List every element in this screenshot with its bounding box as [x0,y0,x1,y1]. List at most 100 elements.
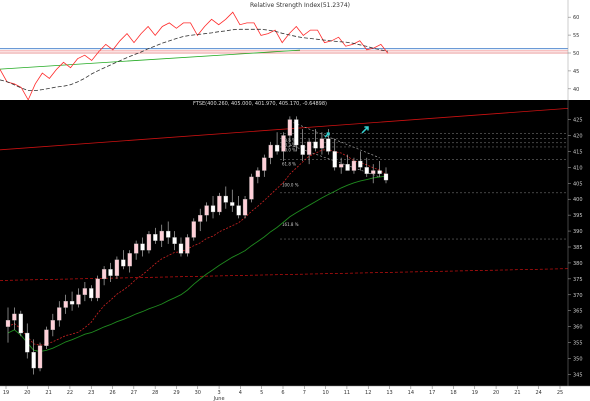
price-header: FTSE(400.260, 405.000, 401.970, 405.170,… [193,101,327,107]
candle-body [108,269,113,276]
price-tick-label: 385 [573,245,583,251]
candle-body [306,141,312,155]
candle-body [31,351,36,369]
candle-body [262,157,267,171]
candle-body [287,119,293,136]
candle-body [339,164,344,168]
x-month-label: June [213,396,225,401]
x-tick-label: 25 [557,390,563,396]
candle-body [358,160,363,168]
candle-body [63,301,68,308]
candle-body [185,237,190,254]
fib-label: 100.0 % [282,183,299,188]
candle-body [114,259,120,276]
candle-body [146,234,152,251]
x-tick-label: 28 [152,390,158,396]
candle-body [319,138,325,149]
candle-body [25,332,30,353]
rsi-tick-label: 60 [573,15,579,21]
price-tick-label: 360 [573,325,583,331]
x-tick-label: 19 [472,390,478,396]
candle-body [50,320,55,330]
price-tick-label: 350 [573,357,583,363]
x-tick-label: 13 [386,390,392,396]
candle-body [255,170,261,178]
x-tick-label: 7 [303,390,306,396]
x-tick-label: 12 [365,390,371,396]
price-tick-label: 370 [573,293,583,299]
candle-body [274,144,280,152]
candle-body [191,221,196,238]
x-tick-label: 24 [536,390,542,396]
rsi-y-axis: 60 55 50 45 40 [567,0,590,100]
candle-body [101,269,107,280]
candle-body [236,205,241,216]
candle-body [89,288,94,299]
candle-body [76,294,81,305]
price-tick-label: 400 [573,197,583,203]
candle-body [242,199,248,216]
rsi-tick-label: 45 [573,69,579,75]
x-tick-label: 27 [131,390,137,396]
candle-body [249,176,254,200]
candle-body [57,307,62,321]
candle-body [371,170,376,174]
candle-body [351,160,357,171]
x-tick-label: 18 [450,390,456,396]
candle-body [383,173,389,181]
candle-body [364,167,369,174]
candle-body [268,144,273,158]
candle-body [281,135,286,152]
candle-body [345,164,350,171]
price-tick-label: 425 [573,118,583,124]
candle-body [69,301,75,305]
x-tick-label: 14 [408,390,414,396]
candle-body [140,243,145,251]
x-tick-label: 19 [3,390,9,396]
candle-body [82,288,88,295]
price-tick-label: 345 [573,372,583,378]
x-tick-label: 22 [67,390,73,396]
candle-body [159,230,164,241]
price-tick-label: 395 [573,213,583,219]
candle-body [300,144,305,155]
candle-body [166,230,171,238]
candle-body [12,313,17,321]
candle-body [210,205,216,213]
price-tick-label: 410 [573,165,583,171]
candle-body [217,195,222,213]
candle-body [121,259,126,267]
x-tick-label: 17 [429,390,435,396]
x-tick-label: 11 [344,390,350,396]
candle-body [44,329,49,346]
x-tick-label: 20 [24,390,30,396]
x-tick-label: 26 [109,390,115,396]
x-tick-label: 29 [173,390,179,396]
candle-body [37,345,43,369]
candle-body [133,243,139,254]
x-tick-label: 23 [88,390,94,396]
rsi-tick-label: 40 [573,87,579,93]
candle-body [5,320,11,327]
candle-body [127,253,132,267]
price-tick-label: 420 [573,133,583,139]
fib-label: 61.8 % [282,162,296,167]
candle-body [95,278,100,299]
candle-body [153,234,158,241]
candle-body [172,237,177,244]
candle-body [223,195,228,203]
rsi-panel-bg [0,0,568,100]
price-tick-label: 405 [573,181,583,187]
candle-body [326,138,331,152]
rsi-tick-label: 55 [573,33,579,39]
price-tick-label: 380 [573,261,583,267]
x-tick-label: 6 [281,390,284,396]
candle-body [178,243,184,254]
x-tick-label: 4 [239,390,242,396]
candle-body [377,170,382,174]
rsi-tick-label: 50 [573,51,579,57]
candle-body [294,119,299,146]
price-tick-label: 365 [573,309,583,315]
candle-body [18,313,23,334]
fib-label: 161.8 % [282,222,299,227]
